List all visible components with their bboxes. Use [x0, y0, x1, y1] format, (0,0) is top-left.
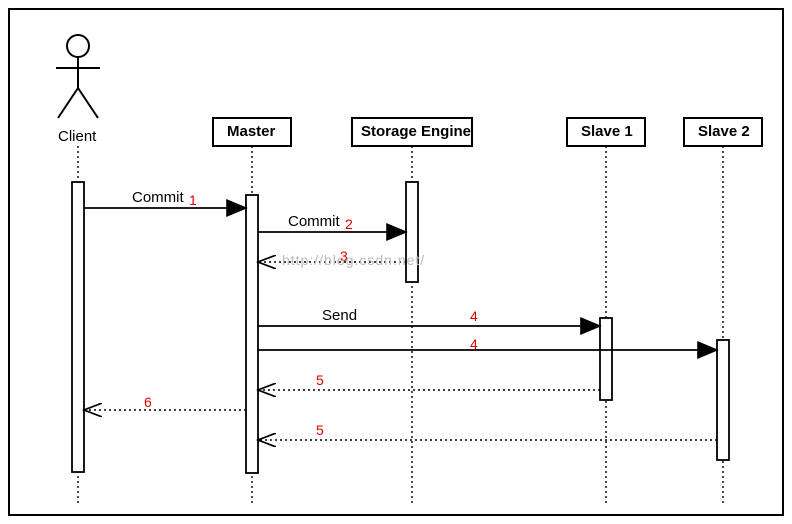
- slave2-label: Slave 2: [698, 123, 750, 140]
- client-actor: [56, 35, 100, 118]
- slave1-label: Slave 1: [581, 123, 633, 140]
- num-4b: 4: [470, 336, 478, 352]
- master-label: Master: [227, 123, 275, 140]
- num-5b: 5: [316, 422, 324, 438]
- storage-label: Storage Engine: [361, 123, 471, 140]
- client-label: Client: [58, 128, 96, 145]
- client-activation: [72, 182, 84, 472]
- msg-send-label: Send: [322, 307, 357, 324]
- watermark: http://blog.csdn.net/: [282, 252, 425, 268]
- num-1: 1: [189, 192, 197, 208]
- num-6: 6: [144, 394, 152, 410]
- slave1-activation: [600, 318, 612, 400]
- num-4a: 4: [470, 308, 478, 324]
- num-2: 2: [345, 216, 353, 232]
- msg-commit2-label: Commit: [288, 213, 340, 230]
- slave2-activation: [717, 340, 729, 460]
- msg-commit1-label: Commit: [132, 189, 184, 206]
- master-activation: [246, 195, 258, 473]
- num-5a: 5: [316, 372, 324, 388]
